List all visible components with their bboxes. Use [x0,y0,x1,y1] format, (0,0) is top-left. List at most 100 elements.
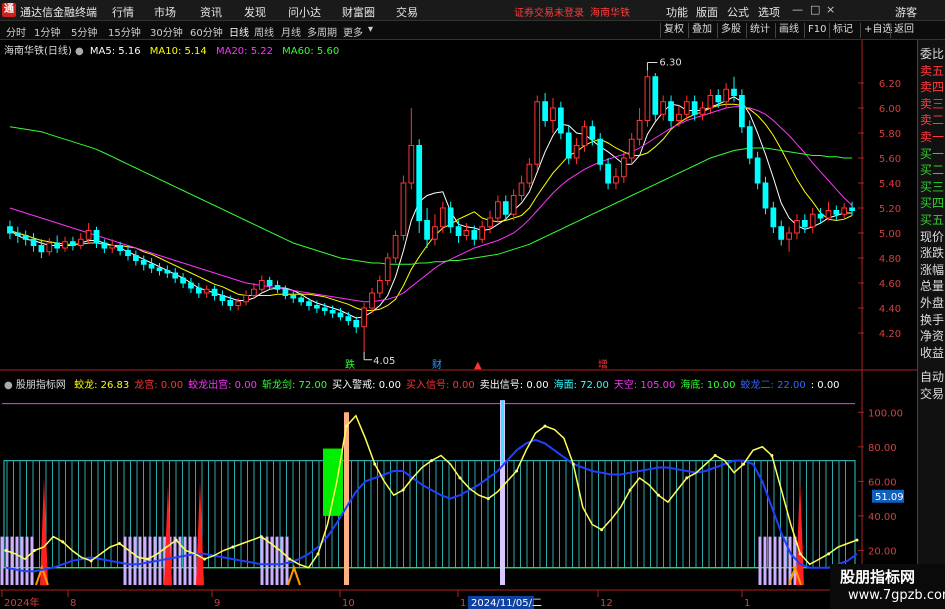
candle-body [133,255,139,261]
candle-body [660,101,667,115]
sidebar-item[interactable]: 买五 [920,212,945,228]
jiaolong-dot [770,453,774,457]
candle-body [251,288,257,296]
sidebar-item[interactable]: 总量 [920,278,945,294]
sidebar-item[interactable]: 委比 [920,46,945,62]
candle-body [227,300,234,306]
candle-body [479,226,486,240]
menu-news[interactable]: 资讯 [200,4,222,20]
period-timeshare[interactable]: 分时 [6,24,26,39]
chevron-down-icon[interactable]: ▾ [368,24,373,35]
period-more[interactable]: 更多 [343,24,363,39]
sidebar-item[interactable]: 现价 [920,229,945,245]
mark-button[interactable]: 标记 [829,23,856,38]
indicator-legend: ● 股朋指标网 蛟龙: 26.83 龙宫: 0.00 蛟龙出宫: 0.00 斩龙剑: … [4,376,840,391]
candle-body [589,126,596,140]
candle-body [794,220,800,234]
price-tick-label: 5.00 [879,229,901,240]
stock-title: 海南华铁 [590,8,630,19]
candle-body [432,226,438,240]
jiaolong-dot [600,528,604,532]
sidebar-item[interactable]: 买一 [920,146,945,162]
sidebar-item[interactable]: 净资 [920,328,945,344]
period-30min[interactable]: 30分钟 [150,24,183,39]
multi-stock-button[interactable]: 多股 [717,23,744,38]
period-1min[interactable]: 1分钟 [34,24,60,39]
watermark-line2: www.7gpzb.com [848,588,945,603]
draw-line-button[interactable]: 画线 [775,23,802,38]
indicator-value: 海底: 10.00 [680,380,736,391]
candle-body [786,232,792,240]
period-5min[interactable]: 5分钟 [71,24,97,39]
sidebar-item[interactable]: 外盘 [920,295,945,311]
sidebar-item[interactable]: 交易 [920,386,945,402]
adjust-button[interactable]: 复权 [660,23,687,38]
sidebar-item[interactable]: 涨跌 [920,245,945,261]
signal-annotation: 跌 [345,358,355,371]
menu-market[interactable]: 市场 [154,4,176,20]
menu-wealth[interactable]: 财富圈 [342,4,375,20]
jiaolong-dot [61,540,65,544]
sidebar-item[interactable]: 换手 [920,312,945,328]
candle-body [172,272,179,279]
price-tick-label: 5.60 [879,154,901,165]
sidebar-item[interactable]: 买二 [920,162,945,178]
jiaolong-dot [32,548,36,552]
minimize-button[interactable]: — [792,3,803,16]
overlay-button[interactable]: 叠加 [688,23,715,38]
period-weekly[interactable]: 周线 [254,24,274,39]
candle-body [573,145,580,159]
menu-function[interactable]: 功能 [666,4,688,20]
candle-body [148,263,155,269]
sidebar-item[interactable]: 买三 [920,179,945,195]
back-button[interactable]: 返回 [890,23,917,38]
candle-body [329,310,336,314]
menu-discover[interactable]: 发现 [244,4,266,20]
candle-body [274,285,281,290]
candle-body [841,207,848,215]
menu-layout[interactable]: 版面 [696,4,718,20]
kline-chart[interactable]: 6.20 6.00 5.80 5.60 5.40 5.20 5.00 4.80 4.60 4.40… [0,40,917,609]
login-notice[interactable]: 证券交易未登录 [514,4,584,19]
sidebar-item[interactable]: 卖一 [920,129,945,145]
price-tick-label: 4.20 [879,329,901,340]
period-multi[interactable]: 多周期 [307,24,337,39]
menu-options[interactable]: 选项 [758,4,780,20]
indicator-tick-label: 40.00 [868,512,897,523]
x-tick-label: 12 [600,598,613,609]
candle-body [85,230,92,240]
candle-body [384,257,391,281]
candle-body [471,230,478,240]
menu-quotes[interactable]: 行情 [112,4,134,20]
menu-formula[interactable]: 公式 [727,4,749,20]
low-label: 4.05 [373,356,395,367]
user-guest[interactable]: 游客 [895,4,917,20]
candle-body [46,242,53,253]
sidebar-item[interactable]: 卖三 [920,96,945,112]
sidebar-item[interactable]: 涨幅 [920,262,945,278]
period-15min[interactable]: 15分钟 [108,24,141,39]
candle-body [613,176,619,184]
jiaolong-dot [571,462,575,466]
sidebar-item[interactable]: 卖四 [920,79,945,95]
jiaolong-dot [288,557,292,561]
sidebar-item[interactable]: 卖二 [920,112,945,128]
sidebar-item[interactable]: 自动 [920,369,945,385]
period-60min[interactable]: 60分钟 [190,24,223,39]
sidebar-item[interactable]: 买四 [920,195,945,211]
indicator-value: 龙宫: 0.00 [134,380,184,391]
app-logo: 通 [2,3,16,17]
stats-button[interactable]: 统计 [746,23,773,38]
sidebar-item[interactable]: 收益 [920,345,945,361]
close-button[interactable]: × [826,3,835,16]
period-daily[interactable]: 日线 [229,24,249,39]
candle-body [731,88,737,96]
menu-ask[interactable]: 问小达 [288,4,321,20]
maximize-button[interactable]: □ [810,3,820,16]
jiaolong-dot [373,462,377,466]
menu-trade[interactable]: 交易 [396,4,418,20]
period-monthly[interactable]: 月线 [281,24,301,39]
f10-button[interactable]: F10 [804,23,829,38]
sidebar-item[interactable]: 卖五 [920,63,945,79]
candle-body [463,230,470,236]
